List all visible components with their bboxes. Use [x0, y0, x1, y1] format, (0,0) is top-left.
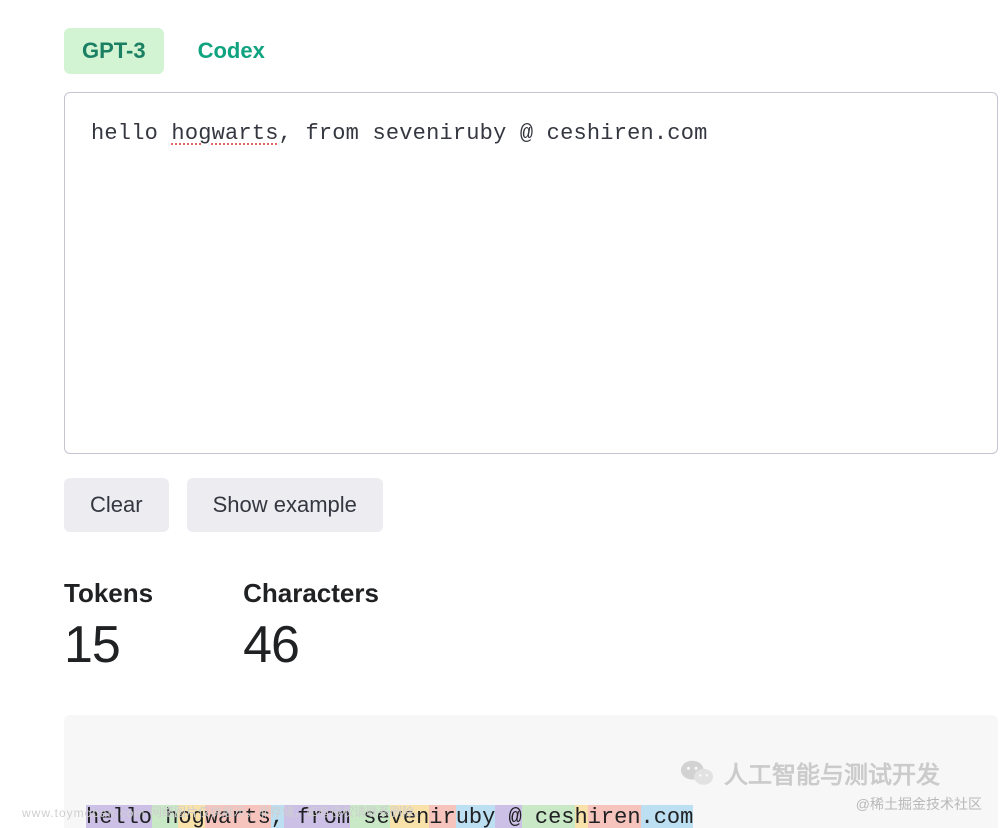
token-chunk: iren [588, 805, 641, 828]
characters-value: 46 [243, 615, 379, 675]
tokens-label: Tokens [64, 578, 153, 609]
input-text-misspelled: hogwarts [171, 121, 278, 146]
token-chunk: .com [641, 805, 694, 828]
tab-codex[interactable]: Codex [180, 28, 283, 74]
show-example-button[interactable]: Show example [187, 478, 383, 532]
button-row: Clear Show example [64, 478, 1000, 532]
source-note-watermark: 网络图片仅供展示，非存储，如有侵权请联系删除。 [150, 803, 426, 820]
characters-label: Characters [243, 578, 379, 609]
stats-row: Tokens 15 Characters 46 [64, 578, 1000, 675]
juejin-watermark: @稀土掘金技术社区 [856, 794, 982, 814]
token-chunk: ir [429, 805, 455, 828]
input-text-suffix: , from seveniruby @ ceshiren.com [279, 121, 708, 146]
tokens-value: 15 [64, 615, 153, 675]
model-tabs: GPT-3 Codex [64, 28, 1000, 74]
token-chunk: @ [495, 805, 521, 828]
input-text-prefix: hello [91, 121, 171, 146]
tokenizer-input[interactable]: hello hogwarts, from seveniruby @ ceshir… [65, 93, 997, 453]
token-chunk: uby [456, 805, 496, 828]
source-site-watermark: www.toymoban.com [22, 806, 145, 820]
clear-button[interactable]: Clear [64, 478, 169, 532]
tab-gpt3[interactable]: GPT-3 [64, 28, 164, 74]
token-chunk: ces [522, 805, 575, 828]
characters-stat: Characters 46 [243, 578, 379, 675]
tokenizer-input-container: hello hogwarts, from seveniruby @ ceshir… [64, 92, 998, 454]
tokens-stat: Tokens 15 [64, 578, 153, 675]
token-chunk: h [575, 805, 588, 828]
